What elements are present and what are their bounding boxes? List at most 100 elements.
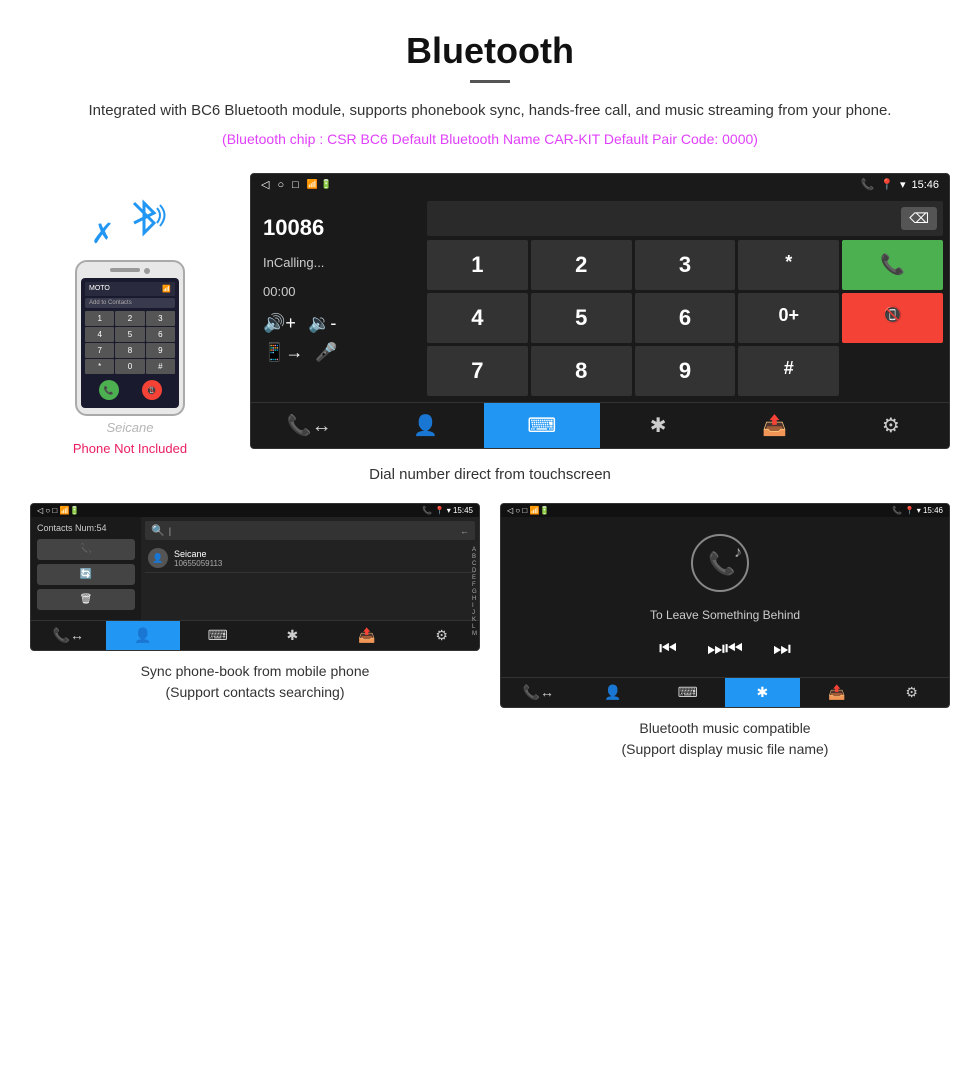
svg-text:♪: ♪ bbox=[734, 544, 742, 561]
key-1[interactable]: 1 bbox=[427, 240, 528, 290]
music-nav-transfer[interactable]: 📤 bbox=[800, 678, 875, 707]
contacts-item: ◁ ○ □ 📶🔋 📞 📍 ▾ 15:45 Contacts Num:54 📞 🔄… bbox=[30, 503, 480, 765]
volume-up-icon[interactable]: 🔊+ bbox=[263, 313, 296, 334]
car-dial-screen: ◁ ○ □ 📶 🔋 📞 📍 ▾ 15:46 10086 InCalling...… bbox=[250, 173, 950, 449]
phone-status-icon: 📞 bbox=[861, 178, 875, 191]
key-5[interactable]: 5 bbox=[531, 293, 632, 343]
dial-caption: Dial number direct from touchscreen bbox=[0, 456, 980, 503]
contact-sync-btn[interactable]: 🔄 bbox=[37, 564, 135, 585]
key-4[interactable]: 4 bbox=[427, 293, 528, 343]
contact-list-item[interactable]: 👤 Seicane 10655059113 bbox=[145, 544, 475, 573]
nav-bluetooth[interactable]: ✱ bbox=[600, 403, 716, 448]
small-nav-settings[interactable]: ⚙ bbox=[404, 621, 479, 650]
volume-down-icon[interactable]: 🔉- bbox=[308, 313, 336, 334]
contact-name: Seicane bbox=[174, 549, 222, 559]
page-description: Integrated with BC6 Bluetooth module, su… bbox=[60, 99, 920, 123]
music-nav-icons: ◁ ○ □ 📶🔋 bbox=[507, 506, 549, 515]
contact-call-btn[interactable]: 📞 bbox=[37, 539, 135, 560]
phone-not-included: Phone Not Included bbox=[73, 441, 187, 456]
play-pause-btn[interactable]: ⏭⏮ bbox=[707, 638, 743, 661]
small-nav-keypad[interactable]: ⌨ bbox=[180, 621, 255, 650]
key-3[interactable]: 3 bbox=[635, 240, 736, 290]
bluetooth-symbol-icon bbox=[119, 193, 169, 243]
keypad-grid: 1 2 3 * 📞 4 5 6 0+ 📵 7 8 9 # bbox=[427, 240, 943, 396]
search-icon: 🔍 bbox=[151, 524, 165, 537]
contacts-num-header: Contacts Num:54 bbox=[37, 523, 135, 533]
phone-key-7: 7 bbox=[85, 343, 114, 358]
bottom-screens: ◁ ○ □ 📶🔋 📞 📍 ▾ 15:45 Contacts Num:54 📞 🔄… bbox=[0, 503, 980, 765]
contact-avatar: 👤 bbox=[148, 548, 168, 568]
call-button[interactable]: 📞 bbox=[842, 240, 943, 290]
status-left: ◁ ○ □ 📶 🔋 bbox=[261, 178, 332, 191]
phone-camera bbox=[144, 268, 150, 274]
dial-controls: 🔊+ 🔉- 📱→ 🎤 bbox=[263, 313, 409, 363]
phone-key-2: 2 bbox=[115, 311, 144, 326]
phone-music-icon: 📞 ♪ bbox=[690, 533, 760, 593]
small-nav-bt[interactable]: ✱ bbox=[255, 621, 330, 650]
music-nav-phone[interactable]: 📞↔ bbox=[501, 678, 576, 707]
contacts-nav-icons: ◁ ○ □ 📶🔋 bbox=[37, 506, 79, 515]
music-screen: ◁ ○ □ 📶🔋 📞 📍 ▾ 15:46 📞 ♪ To Leave Someth… bbox=[500, 503, 950, 708]
contacts-search-bar: 🔍 | ← bbox=[145, 521, 475, 540]
key-6[interactable]: 6 bbox=[635, 293, 736, 343]
contacts-right-panel: 🔍 | ← 👤 Seicane 10655059113 A bbox=[141, 517, 479, 620]
small-nav-phone[interactable]: 📞↔ bbox=[31, 621, 106, 650]
location-icon: 📍 bbox=[880, 178, 894, 191]
transfer-icon[interactable]: 📱→ bbox=[263, 342, 303, 363]
contact-number: 10655059113 bbox=[174, 559, 222, 568]
backspace-button[interactable]: ⌫ bbox=[901, 207, 937, 230]
key-8[interactable]: 8 bbox=[531, 346, 632, 396]
contacts-screen: ◁ ○ □ 📶🔋 📞 📍 ▾ 15:45 Contacts Num:54 📞 🔄… bbox=[30, 503, 480, 651]
music-caption: Bluetooth music compatible (Support disp… bbox=[612, 708, 839, 765]
key-9[interactable]: 9 bbox=[635, 346, 736, 396]
phone-area: ✗ MOTO 📶 Add to Contacts 1 bbox=[30, 173, 230, 456]
phone-speaker bbox=[110, 268, 140, 272]
small-nav-transfer[interactable]: 📤 bbox=[330, 621, 405, 650]
contacts-status-right: 📞 📍 ▾ 15:45 bbox=[422, 506, 473, 515]
music-nav-settings[interactable]: ⚙ bbox=[874, 678, 949, 707]
nav-phone-transfer[interactable]: 📞↔ bbox=[251, 403, 367, 448]
contacts-bottom-nav: 📞↔ 👤 ⌨ ✱ 📤 ⚙ bbox=[31, 620, 479, 650]
phone-keypad: 1 2 3 4 5 6 7 8 9 * 0 # bbox=[85, 311, 175, 374]
wifi-status-icon: ▾ bbox=[900, 178, 906, 191]
recents-icon: □ bbox=[292, 179, 299, 191]
key-hash[interactable]: # bbox=[738, 346, 839, 396]
page-title: Bluetooth bbox=[60, 30, 920, 72]
nav-keypad[interactable]: ⌨ bbox=[484, 403, 600, 448]
music-status-right: 📞 📍 ▾ 15:46 bbox=[892, 506, 943, 515]
contact-info: Seicane 10655059113 bbox=[174, 549, 222, 568]
mic-icon[interactable]: 🎤 bbox=[315, 342, 337, 363]
phone-top-bar bbox=[81, 268, 179, 274]
nav-settings[interactable]: ⚙ bbox=[833, 403, 949, 448]
title-divider bbox=[470, 80, 510, 83]
next-track-btn[interactable]: ⏭ bbox=[773, 638, 791, 661]
phone-call-btn: 📞 bbox=[99, 380, 119, 400]
music-controls: ⏮ ⏭⏮ ⏭ bbox=[659, 638, 791, 661]
prev-track-btn[interactable]: ⏮ bbox=[659, 638, 677, 661]
key-7[interactable]: 7 bbox=[427, 346, 528, 396]
end-call-button[interactable]: 📵 bbox=[842, 293, 943, 343]
phone-screen: MOTO 📶 Add to Contacts 1 2 3 4 5 6 7 8 9… bbox=[81, 278, 179, 408]
nav-transfer[interactable]: 📤 bbox=[716, 403, 832, 448]
key-star[interactable]: * bbox=[738, 240, 839, 290]
keypad-input-row: ⌫ bbox=[427, 201, 943, 236]
contact-delete-btn[interactable]: 🗑 bbox=[37, 589, 135, 610]
music-nav-contacts[interactable]: 👤 bbox=[576, 678, 651, 707]
key-0plus[interactable]: 0+ bbox=[738, 293, 839, 343]
clock-display: 15:46 bbox=[911, 179, 939, 191]
phone-key-3: 3 bbox=[146, 311, 175, 326]
small-nav-contacts[interactable]: 👤 bbox=[106, 621, 181, 650]
contacts-left-panel: Contacts Num:54 📞 🔄 🗑 bbox=[31, 517, 141, 620]
music-nav-keypad[interactable]: ⌨ bbox=[650, 678, 725, 707]
music-icon-area: 📞 ♪ bbox=[690, 533, 760, 598]
contacts-caption: Sync phone-book from mobile phone (Suppo… bbox=[131, 651, 380, 708]
nav-contacts[interactable]: 👤 bbox=[367, 403, 483, 448]
dialed-number: 10086 bbox=[263, 215, 409, 241]
key-2[interactable]: 2 bbox=[531, 240, 632, 290]
bluetooth-specs: (Bluetooth chip : CSR BC6 Default Blueto… bbox=[60, 131, 920, 147]
main-content-area: ✗ MOTO 📶 Add to Contacts 1 bbox=[0, 173, 980, 456]
music-bottom-nav: 📞↔ 👤 ⌨ ✱ 📤 ⚙ bbox=[501, 677, 949, 707]
music-nav-bt[interactable]: ✱ bbox=[725, 678, 800, 707]
signal-icon: 📶 🔋 bbox=[307, 179, 332, 190]
back-nav-icon: ◁ bbox=[261, 178, 269, 191]
